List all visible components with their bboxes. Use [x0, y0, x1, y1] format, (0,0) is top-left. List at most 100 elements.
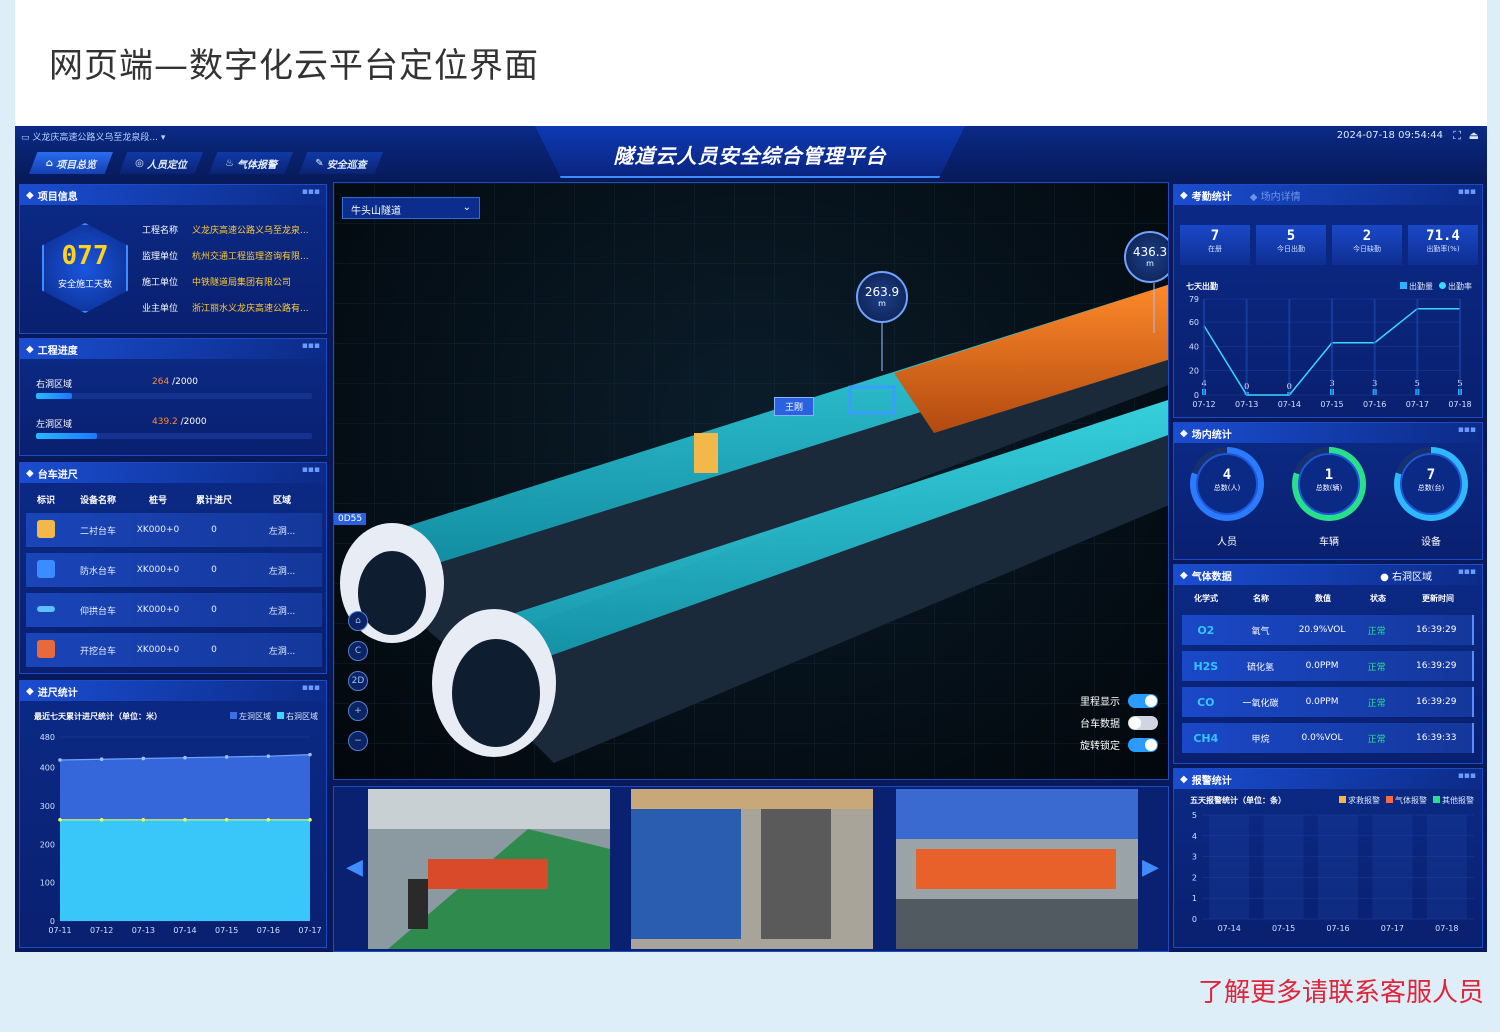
column-bg: [1203, 299, 1205, 395]
data-point: [183, 818, 187, 822]
toggle-rotation-lock: 旋转锁定: [1080, 737, 1158, 752]
tab-attendance[interactable]: 考勤统计: [1192, 188, 1232, 203]
progress-fill: [36, 393, 73, 399]
x-tick-label: 07-17: [1381, 924, 1404, 933]
y-tick-label: 79: [1189, 295, 1199, 304]
table-row[interactable]: 开挖台车 XK000+0 0 左洞...: [26, 633, 322, 667]
column-bg: [1373, 299, 1376, 395]
gas-area-label[interactable]: ● 右洞区域: [1380, 568, 1432, 583]
distance-bubble[interactable]: 263.9 m: [856, 271, 908, 323]
waterproof-cart-icon: [37, 559, 55, 578]
table-row[interactable]: H2S 硫化氢 0.0PPM 正常 16:39:29: [1182, 651, 1474, 681]
data-point: [58, 758, 62, 762]
doc-title: 网页端—数字化云平台定位界面: [49, 46, 539, 86]
distance-bubble[interactable]: 436.3 m: [1124, 231, 1168, 283]
more-icon: ▪▪▪: [301, 341, 320, 351]
x-tick-label: 07-14: [1278, 400, 1301, 409]
excavation-cart-icon: [37, 639, 55, 658]
tab-gas-alarm[interactable]: ♨ 气体报警: [209, 152, 293, 174]
y-tick-label: 4: [1192, 832, 1197, 841]
y-tick-label: 0: [1194, 391, 1199, 400]
zoom-out-button[interactable]: −: [348, 731, 368, 751]
stat-card: 7 在册: [1180, 225, 1250, 265]
tunnel-select[interactable]: 牛头山隧道 ⌄: [342, 197, 480, 219]
zoom-in-button[interactable]: +: [348, 701, 368, 721]
diamond-icon: ◆: [26, 467, 34, 479]
reset-view-button[interactable]: C: [348, 641, 368, 661]
camera-feed[interactable]: [368, 789, 610, 949]
y-tick-label: 2: [1192, 873, 1197, 882]
column-bg: [1209, 815, 1250, 919]
chevron-right-icon[interactable]: ▶: [1142, 855, 1159, 880]
monitor-icon: ▭: [21, 133, 33, 143]
table-row[interactable]: CH4 甲烷 0.0%VOL 正常 16:39:33: [1182, 723, 1474, 753]
lining-cart-icon: [37, 519, 55, 538]
chart-subtitle: 五天报警统计（单位：条）: [1190, 796, 1286, 805]
table-row[interactable]: 仰拱台车 XK000+0 0 左洞...: [26, 593, 322, 627]
toggle-switch[interactable]: [1128, 693, 1158, 708]
y-tick-label: 480: [40, 733, 55, 742]
data-point: [308, 818, 312, 822]
x-tick-label: 07-16: [1363, 400, 1386, 409]
diamond-icon: ◆: [26, 189, 34, 201]
chart-subtitle: 最近七天累计进尺统计（单位：米）: [34, 712, 162, 721]
fullscreen-icon[interactable]: ⛶: [1453, 129, 1461, 143]
more-icon: ▪▪▪: [301, 683, 320, 693]
camera-strip: ◀ ▶: [333, 786, 1169, 952]
table-row[interactable]: O2 氧气 20.9%VOL 正常 16:39:29: [1182, 615, 1474, 645]
x-tick-label: 07-17: [298, 926, 321, 935]
ring-caption: 人员: [1217, 537, 1237, 548]
camera-feed[interactable]: [896, 789, 1138, 949]
home-icon: ⌂: [45, 157, 54, 169]
y-tick-label: 1: [1192, 894, 1197, 903]
chevron-left-icon[interactable]: ◀: [346, 855, 363, 880]
legend-item: 右洞区域: [277, 711, 318, 722]
toggle-mileage: 里程显示: [1080, 693, 1158, 708]
table-row[interactable]: 防水台车 XK000+0 0 左洞...: [26, 553, 322, 587]
data-point: [99, 757, 104, 762]
x-tick-label: 07-14: [173, 926, 196, 935]
person-tag[interactable]: 王刚: [774, 397, 815, 416]
project-selector[interactable]: ▭ 义龙庆高速公路义乌至龙泉段... ▾: [21, 130, 165, 143]
legend-item: 左洞区域: [230, 711, 271, 722]
safe-days-value: 077: [61, 241, 109, 271]
info-row: 施工单位 中铁隧道局集团有限公司: [142, 278, 292, 288]
attendance-panel: ◆ 考勤统计 ◆ 场内详情 ▪▪▪ 7 在册 5 今日出勤 2 今日缺勤 71.4 出勤率(%…: [1173, 184, 1483, 418]
toggle-switch[interactable]: [1128, 737, 1158, 752]
table-row[interactable]: 二衬台车 XK000+0 0 左洞...: [26, 513, 322, 547]
y-tick-label: 0: [1192, 915, 1197, 924]
data-point: [224, 755, 229, 759]
invert-arch-cart-icon: [37, 606, 55, 612]
panel-title: ◆ 进尺统计 ▪▪▪: [20, 681, 326, 701]
table-row[interactable]: CO 一氧化碳 0.0PPM 正常 16:39:29: [1182, 687, 1474, 717]
station-tag: 0D55: [334, 513, 367, 525]
2d-view-button[interactable]: 2D: [348, 671, 368, 691]
panel-title: ◆ 场内统计 ▪▪▪: [1174, 423, 1482, 443]
assembly-line-image: [896, 789, 1138, 949]
y-tick-label: 0: [50, 917, 55, 926]
home-view-button[interactable]: ⌂: [348, 611, 368, 631]
y-tick-label: 300: [40, 802, 55, 811]
tab-site-details[interactable]: ◆ 场内详情: [1250, 188, 1301, 203]
logout-icon[interactable]: ⏏: [1469, 129, 1479, 142]
area-series: [60, 819, 310, 921]
tunnel-3d-scene[interactable]: 牛头山隧道 ⌄ 263.9 m 436.3 m 王刚 0D55 ⌂ C 2D + − …: [333, 182, 1169, 780]
more-icon: ▪▪▪: [1457, 771, 1476, 781]
chart-legend: 求救报警 气体报警 其他报警: [1339, 795, 1474, 806]
y-tick-label: 40: [1189, 342, 1199, 351]
more-icon: ▪▪▪: [1457, 187, 1476, 197]
footer-note: 了解更多请联系客服人员: [1197, 978, 1484, 1008]
diamond-icon: ◆: [1180, 427, 1188, 439]
x-tick-label: 07-18: [1448, 400, 1471, 409]
column-bg: [1372, 815, 1413, 919]
progress-value: 264 /2000: [152, 377, 198, 387]
toggle-switch[interactable]: [1128, 715, 1158, 730]
data-point: [308, 752, 312, 757]
tab-safety-patrol[interactable]: ✎ 安全巡查: [299, 152, 383, 174]
tab-personnel-location[interactable]: ◎ 人员定位: [119, 152, 203, 174]
tab-project-overview[interactable]: ⌂ 项目总览: [29, 152, 113, 174]
data-point: [266, 818, 271, 822]
camera-feed[interactable]: [631, 789, 873, 949]
x-tick-label: 07-16: [1326, 924, 1349, 933]
y-tick-label: 60: [1189, 318, 1199, 327]
